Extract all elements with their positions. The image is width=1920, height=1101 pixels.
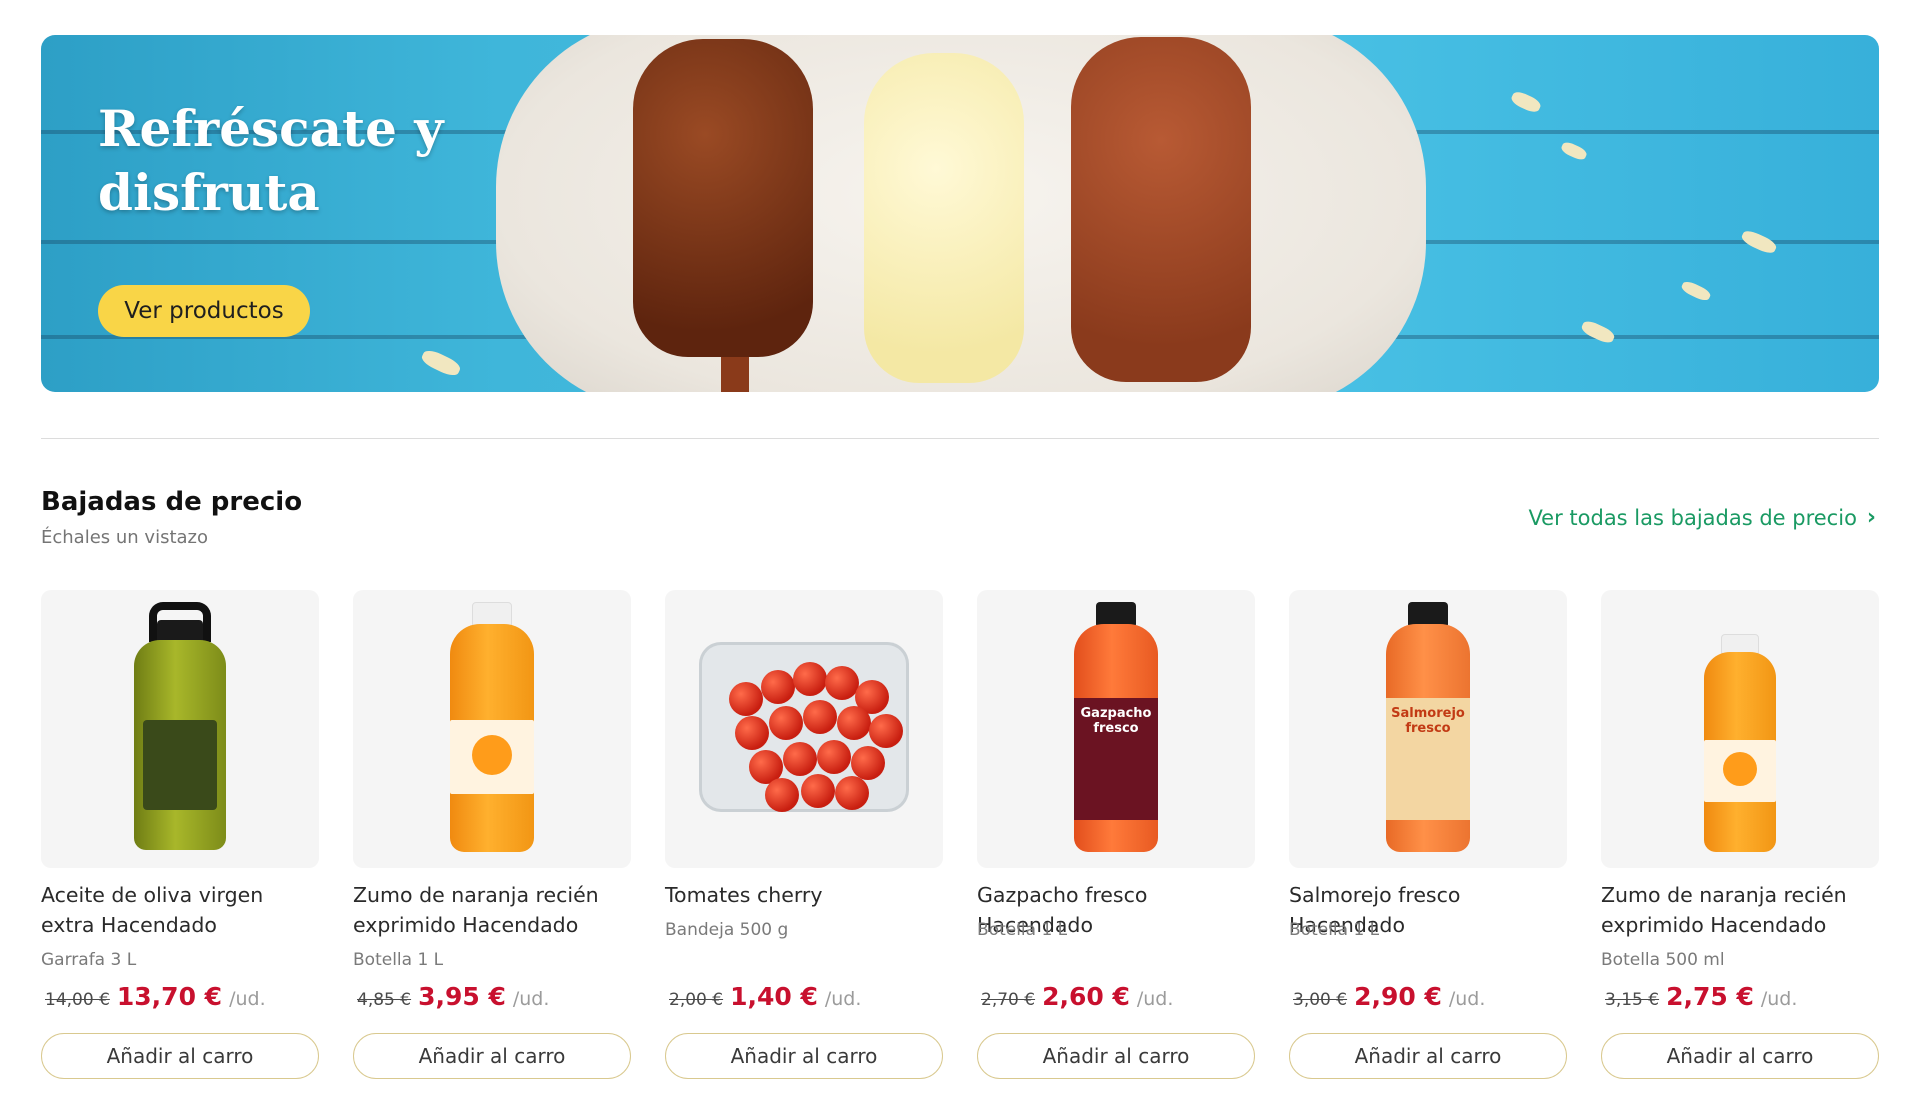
product-price: 14,00 € 13,70 € /ud.: [45, 982, 266, 1011]
product-image[interactable]: [353, 590, 631, 868]
bottle-cap-icon: [1096, 602, 1136, 626]
product-size: Botella 500 ml: [1601, 950, 1725, 970]
product-card[interactable]: Aceite de oliva virgen extra Hacendado G…: [41, 590, 319, 1080]
ice-cream-almond-bar: [633, 39, 813, 357]
chevron-right-icon: ›: [1866, 505, 1876, 530]
old-price: 4,85 €: [357, 990, 412, 1010]
current-price: 13,70 €: [116, 982, 223, 1011]
product-price: 3,00 € 2,90 € /ud.: [1293, 982, 1485, 1011]
cherry-tomato-icon: [735, 716, 769, 750]
price-unit: /ud.: [1448, 988, 1486, 1010]
almond-flake: [1559, 140, 1589, 162]
product-price: 4,85 € 3,95 € /ud.: [357, 982, 549, 1011]
almond-flake: [1739, 228, 1779, 256]
view-products-button[interactable]: Ver productos: [98, 285, 310, 337]
add-to-cart-button[interactable]: Añadir al carro: [665, 1033, 943, 1079]
product-price: 2,00 € 1,40 € /ud.: [669, 982, 861, 1011]
old-price: 2,00 €: [669, 990, 724, 1010]
product-image[interactable]: Gazpacho fresco: [977, 590, 1255, 868]
product-name[interactable]: Zumo de naranja recién exprimido Hacenda…: [353, 880, 633, 940]
product-size: Garrafa 3 L: [41, 950, 137, 970]
old-price: 14,00 €: [45, 990, 110, 1010]
product-size: Botella 1 L: [353, 950, 444, 970]
gazpacho-label: Gazpacho fresco: [1074, 698, 1158, 820]
cherry-tomato-icon: [825, 666, 859, 700]
product-image[interactable]: [41, 590, 319, 868]
gazpacho-label-text: Gazpacho fresco: [1080, 706, 1152, 736]
ice-cream-chocolate-bar: [1071, 37, 1251, 382]
product-size: Botella 1 L: [1289, 920, 1380, 940]
price-unit: /ud.: [824, 988, 862, 1010]
cherry-tomato-icon: [803, 700, 837, 734]
product-card[interactable]: Zumo de naranja recién exprimido Hacenda…: [1601, 590, 1879, 1080]
add-to-cart-button[interactable]: Añadir al carro: [977, 1033, 1255, 1079]
price-unit: /ud.: [229, 988, 266, 1010]
bottle-cap-icon: [472, 602, 512, 626]
current-price: 3,95 €: [418, 982, 506, 1011]
salmorejo-label-text: Salmorejo fresco: [1391, 706, 1465, 736]
bottle-cap-icon: [1408, 602, 1448, 626]
almond-flake: [419, 347, 463, 379]
product-price: 2,70 € 2,60 € /ud.: [981, 982, 1173, 1011]
cherry-tomato-icon: [765, 778, 799, 812]
add-to-cart-button[interactable]: Añadir al carro: [1289, 1033, 1567, 1079]
cherry-tomato-icon: [817, 740, 851, 774]
see-all-label: Ver todas las bajadas de precio: [1528, 505, 1857, 530]
price-unit: /ud.: [512, 988, 550, 1010]
old-price: 3,15 €: [1605, 990, 1660, 1010]
see-all-price-drops-link[interactable]: Ver todas las bajadas de precio ›: [1528, 505, 1876, 530]
add-to-cart-button[interactable]: Añadir al carro: [353, 1033, 631, 1079]
orange-fruit-icon: [1723, 752, 1757, 786]
section-divider: [41, 438, 1879, 439]
product-card[interactable]: Gazpacho fresco Gazpacho fresco Hacendad…: [977, 590, 1255, 1080]
product-card[interactable]: Tomates cherry Bandeja 500 g 2,00 € 1,40…: [665, 590, 943, 1080]
product-card[interactable]: Salmorejo fresco Salmorejo fresco Hacend…: [1289, 590, 1567, 1080]
product-price: 3,15 € 2,75 € /ud.: [1605, 982, 1797, 1011]
cherry-tomato-icon: [769, 706, 803, 740]
product-size: Bandeja 500 g: [665, 920, 789, 940]
current-price: 2,75 €: [1666, 982, 1754, 1011]
price-unit: /ud.: [1760, 988, 1798, 1010]
promo-banner[interactable]: Refréscate y disfruta Ver productos: [41, 35, 1879, 392]
olive-oil-label-icon: [143, 720, 217, 810]
current-price: 2,90 €: [1354, 982, 1442, 1011]
cherry-tomato-icon: [793, 662, 827, 696]
old-price: 2,70 €: [981, 990, 1036, 1010]
almond-flake: [1679, 279, 1713, 303]
bottle-cap-icon: [157, 620, 203, 642]
product-name[interactable]: Aceite de oliva virgen extra Hacendado: [41, 880, 321, 940]
product-image[interactable]: [665, 590, 943, 868]
product-carousel: Aceite de oliva virgen extra Hacendado G…: [41, 590, 1879, 1080]
product-name[interactable]: Zumo de naranja recién exprimido Hacenda…: [1601, 880, 1881, 940]
section-subtitle: Échales un vistazo: [41, 527, 209, 548]
cherry-tomato-icon: [837, 706, 871, 740]
cherry-tomato-icon: [835, 776, 869, 810]
almond-flake: [1579, 318, 1617, 346]
product-image[interactable]: [1601, 590, 1879, 868]
add-to-cart-button[interactable]: Añadir al carro: [1601, 1033, 1879, 1079]
product-size: Botella 1 L: [977, 920, 1068, 940]
old-price: 3,00 €: [1293, 990, 1348, 1010]
ice-cream-vanilla-bar: [864, 53, 1024, 383]
price-unit: /ud.: [1136, 988, 1174, 1010]
current-price: 1,40 €: [730, 982, 818, 1011]
product-card[interactable]: Zumo de naranja recién exprimido Hacenda…: [353, 590, 631, 1080]
section-title: Bajadas de precio: [41, 487, 303, 517]
cherry-tomato-icon: [869, 714, 903, 748]
cherry-tomato-icon: [801, 774, 835, 808]
cherry-tomato-icon: [729, 682, 763, 716]
bottle-cap-icon: [1721, 634, 1759, 654]
orange-fruit-icon: [472, 735, 512, 775]
product-name[interactable]: Tomates cherry: [665, 880, 945, 910]
current-price: 2,60 €: [1042, 982, 1130, 1011]
banner-title: Refréscate y disfruta: [98, 99, 444, 222]
salmorejo-label: Salmorejo fresco: [1386, 698, 1470, 820]
almond-flake: [1509, 89, 1543, 115]
add-to-cart-button[interactable]: Añadir al carro: [41, 1033, 319, 1079]
cherry-tomato-icon: [761, 670, 795, 704]
cherry-tomato-icon: [851, 746, 885, 780]
cherry-tomato-icon: [783, 742, 817, 776]
product-image[interactable]: Salmorejo fresco: [1289, 590, 1567, 868]
